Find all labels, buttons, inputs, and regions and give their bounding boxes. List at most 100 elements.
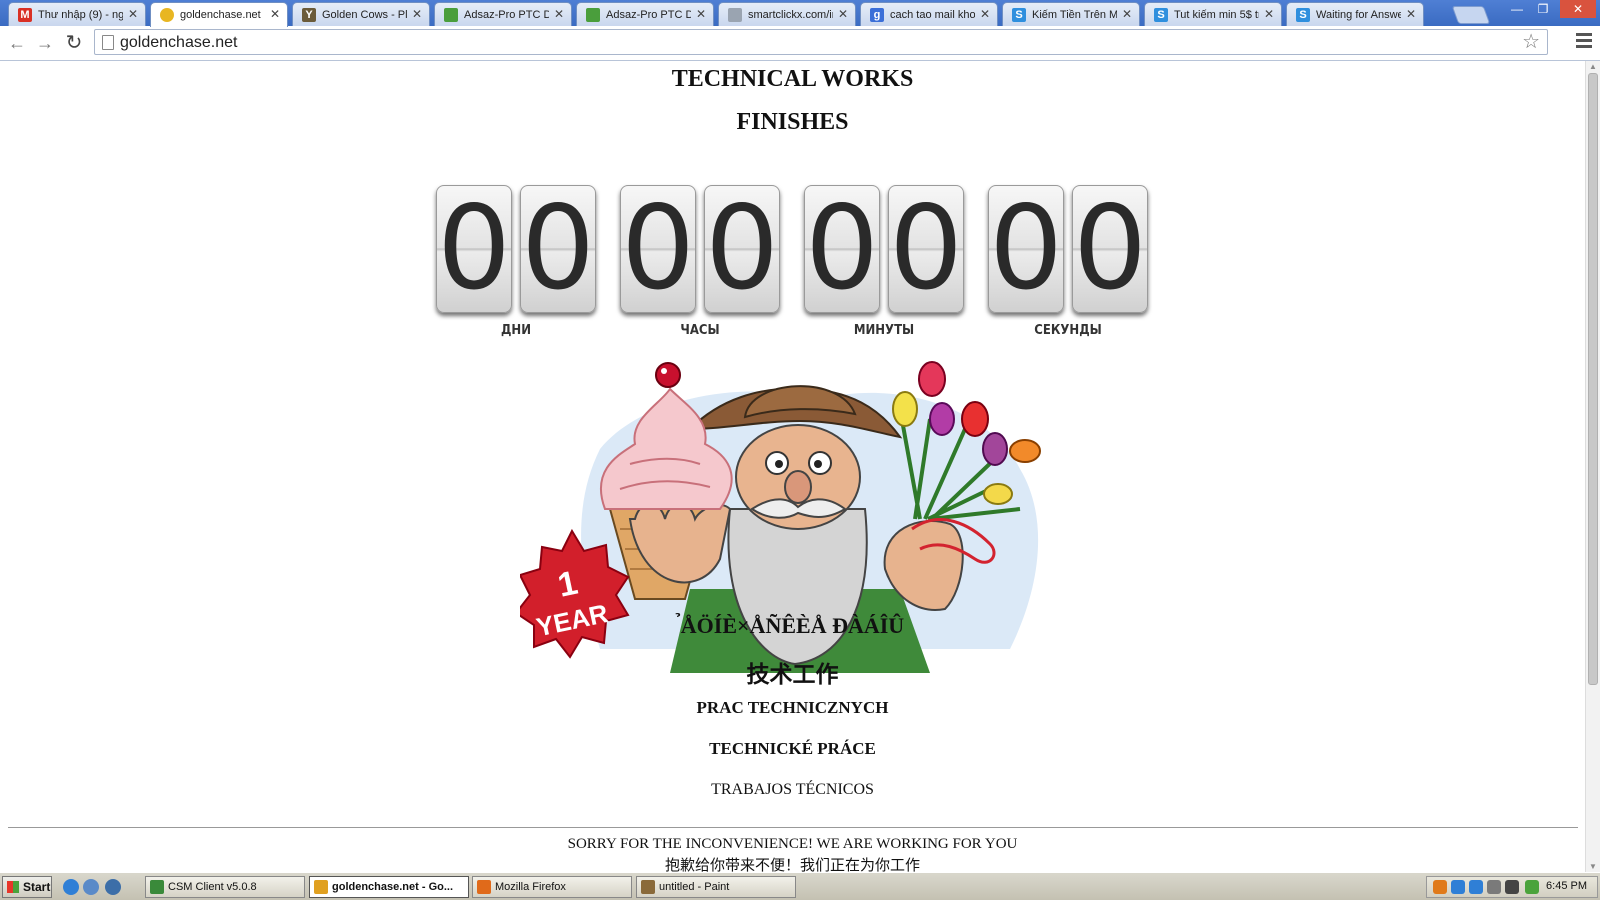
media-player-icon[interactable]	[105, 879, 121, 895]
page-scrollbar[interactable]: ▲ ▼	[1585, 61, 1600, 872]
url-text: goldenchase.net	[120, 34, 238, 51]
translation-polish: PRAC TECHNICZNYCH	[696, 698, 889, 717]
translation-chinese: 技术工作	[746, 662, 839, 687]
countdown-digit: 0	[520, 181, 596, 316]
taskbar-button[interactable]: CSM Client v5.0.8	[145, 876, 305, 898]
google-icon: g	[870, 8, 884, 22]
ie-icon[interactable]	[63, 879, 79, 895]
countdown-digit: 0	[888, 181, 964, 316]
cow-icon: Y	[302, 8, 316, 22]
tab-close-icon[interactable]: ✕	[696, 7, 706, 21]
countdown-label-days: ДНИ	[500, 323, 532, 338]
browser-tab[interactable]: S Waiting for Answer ✕	[1286, 2, 1424, 26]
address-bar[interactable]: goldenchase.net ☆	[94, 29, 1548, 55]
taskbar-label: untitled - Paint	[659, 881, 730, 893]
tab-close-icon[interactable]: ✕	[412, 7, 422, 21]
start-button[interactable]: Start	[2, 876, 52, 898]
tray-icon[interactable]	[1487, 880, 1501, 894]
translation-czech: TECHNICKÉ PRÁCE	[709, 739, 876, 758]
page-title: TECHNICAL WORKS	[671, 66, 914, 92]
scrollbar-thumb[interactable]	[1588, 73, 1598, 685]
countdown-digit: 0	[620, 181, 696, 316]
countdown-digit: 0	[704, 181, 780, 316]
tab-title: Waiting for Answer	[1316, 9, 1401, 21]
reload-button[interactable]: ↻	[63, 33, 85, 53]
tab-title: Adsaz-Pro PTC Dol	[464, 9, 549, 21]
desktop-icon[interactable]	[83, 879, 99, 895]
tab-close-icon[interactable]: ✕	[838, 7, 848, 21]
minimize-button[interactable]: —	[1504, 0, 1530, 18]
app-icon	[314, 880, 328, 894]
os-taskbar: Start CSM Client v5.0.8 goldenchase.net -…	[0, 872, 1600, 900]
system-tray: 6:45 PM	[1426, 876, 1598, 898]
tab-title: Adsaz-Pro PTC Dol	[606, 9, 691, 21]
s-icon: S	[1154, 8, 1168, 22]
network-icon[interactable]	[1525, 880, 1539, 894]
browser-tab[interactable]: Adsaz-Pro PTC Dol ✕	[576, 2, 714, 26]
browser-tab[interactable]: S Kiếm Tiền Trên Mạ ✕	[1002, 2, 1140, 26]
page-content: TECHNICAL WORKS FINISHES 0 0 0 0 0 0 0 0…	[0, 61, 1585, 872]
goldcoin-icon	[160, 8, 174, 22]
browser-tab[interactable]: smartclickx.com/in ✕	[718, 2, 856, 26]
s-icon: S	[1012, 8, 1026, 22]
tab-close-icon[interactable]: ✕	[1406, 7, 1416, 21]
browser-tab[interactable]: Y Golden Cows - Play ✕	[292, 2, 430, 26]
adsaz-icon	[444, 8, 458, 22]
page-icon	[102, 35, 114, 50]
translation-spanish: TRABAJOS TÉCNICOS	[711, 781, 874, 798]
footer-divider	[8, 827, 1578, 828]
taskbar-label: CSM Client v5.0.8	[168, 881, 257, 893]
browser-tab[interactable]: M Thư nhập (9) - ngu ✕	[8, 2, 146, 26]
adsaz-icon	[586, 8, 600, 22]
restore-button[interactable]: ❐	[1530, 0, 1556, 18]
bookmark-star-icon[interactable]: ☆	[1522, 31, 1540, 53]
taskbar-label: goldenchase.net - Go...	[332, 881, 454, 893]
tab-title: Golden Cows - Play	[322, 9, 407, 21]
gmail-icon: M	[18, 8, 32, 22]
close-window-button[interactable]: ✕	[1560, 0, 1596, 18]
tray-icon[interactable]	[1433, 880, 1447, 894]
tab-title: smartclickx.com/in	[748, 9, 833, 21]
countdown-label-hours: ЧАСЫ	[680, 323, 720, 338]
tab-title: Tut kiếm min 5$ trọ	[1174, 9, 1259, 21]
tab-close-icon[interactable]: ✕	[128, 7, 138, 21]
tab-close-icon[interactable]: ✕	[1122, 7, 1132, 21]
taskbar-button[interactable]: untitled - Paint	[636, 876, 796, 898]
browser-tab[interactable]: Adsaz-Pro PTC Dol ✕	[434, 2, 572, 26]
countdown-digit: 0	[804, 181, 880, 316]
tray-icon[interactable]	[1469, 880, 1483, 894]
browser-tab[interactable]: goldenchase.net ✕	[150, 2, 288, 27]
countdown-label-minutes: МИНУТЫ	[853, 323, 915, 338]
taskbar-button[interactable]: Mozilla Firefox	[472, 876, 632, 898]
tab-close-icon[interactable]: ✕	[1264, 7, 1274, 21]
tab-close-icon[interactable]: ✕	[980, 7, 990, 21]
page-subtitle: FINISHES	[736, 109, 849, 135]
back-button[interactable]: ←	[6, 33, 28, 53]
taskbar-button[interactable]: goldenchase.net - Go...	[309, 876, 469, 898]
countdown-digit: 0	[988, 181, 1064, 316]
tab-title: cach tao mail khon	[890, 9, 975, 21]
tab-title: goldenchase.net	[180, 9, 261, 21]
footer-message-zh: 抱歉给你带来不便！我们正在为你工作	[664, 858, 920, 872]
windows-flag-icon	[7, 881, 19, 893]
clock: 6:45 PM	[1546, 880, 1587, 892]
app-icon	[150, 880, 164, 894]
browser-toolbar: ← → ↻ goldenchase.net ☆	[0, 26, 1600, 61]
taskbar-label: Mozilla Firefox	[495, 881, 566, 893]
s-icon: S	[1296, 8, 1310, 22]
page-icon	[728, 8, 742, 22]
translation-russian-garbled: ̉ÅÖÍÈ×ÅÑÊÈÅ ÐÀÁÎÛ	[680, 613, 905, 638]
volume-icon[interactable]	[1505, 880, 1519, 894]
browser-tab[interactable]: S Tut kiếm min 5$ trọ ✕	[1144, 2, 1282, 26]
tab-close-icon[interactable]: ✕	[270, 7, 280, 21]
app-icon	[477, 880, 491, 894]
menu-icon[interactable]	[1576, 33, 1592, 51]
tab-title: Thư nhập (9) - ngu	[38, 9, 123, 21]
countdown-digit: 0	[1072, 181, 1148, 316]
new-tab-button[interactable]	[1451, 6, 1491, 24]
browser-tab[interactable]: g cach tao mail khon ✕	[860, 2, 998, 26]
countdown-label-seconds: СЕКУНДЫ	[1034, 323, 1102, 338]
tray-icon[interactable]	[1451, 880, 1465, 894]
forward-button[interactable]: →	[34, 33, 56, 53]
tab-close-icon[interactable]: ✕	[554, 7, 564, 21]
